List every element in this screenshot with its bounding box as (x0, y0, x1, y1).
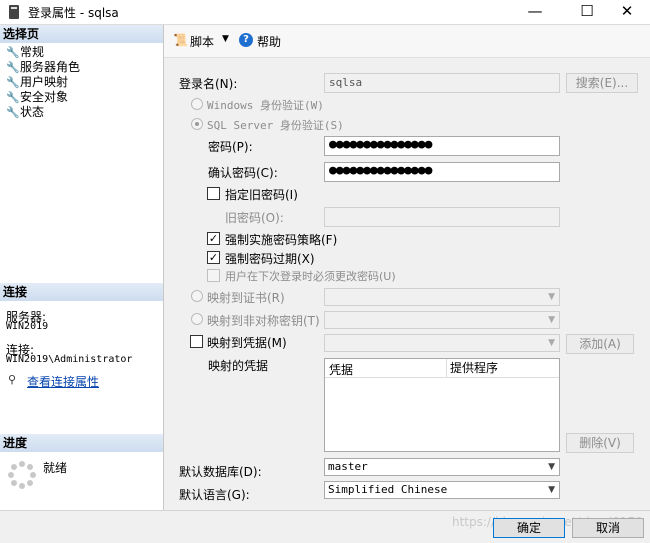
default-database-combo[interactable]: master ▼ (324, 458, 560, 476)
wrench-icon: 🔧 (6, 76, 20, 89)
sql-auth-label: SQL Server 身份验证(S) (207, 119, 344, 132)
minimize-button[interactable]: — (512, 0, 558, 24)
select-page-header: 选择页 (0, 25, 163, 43)
search-button[interactable]: 搜索(E)... (566, 73, 638, 93)
windows-auth-label: Windows 身份验证(W) (207, 99, 324, 112)
progress-status: 就绪 (43, 461, 68, 475)
add-button[interactable]: 添加(A) (566, 334, 634, 354)
default-language-combo[interactable]: Simplified Chinese ▼ (324, 481, 560, 499)
grid-column-provider[interactable]: 提供程序 (446, 359, 559, 377)
login-name-label: 登录名(N): (179, 77, 238, 91)
page-item-server-roles[interactable]: 🔧服务器角色 (6, 60, 80, 75)
login-name-input[interactable]: sqlsa (324, 73, 560, 93)
help-button[interactable]: 帮助 (257, 33, 281, 50)
map-asymmetric-key-radio[interactable] (191, 313, 203, 325)
page-item-general[interactable]: 🔧常规 (6, 45, 44, 60)
specify-old-password-checkbox[interactable] (207, 187, 220, 200)
connection-value: WIN2019\Administrator (6, 354, 133, 365)
wrench-icon: 🔧 (6, 106, 20, 119)
asymmetric-key-combo[interactable]: ▼ (324, 311, 560, 329)
sql-auth-radio[interactable] (191, 118, 203, 130)
must-change-checkbox[interactable] (207, 269, 220, 282)
old-password-label: 旧密码(O): (225, 211, 284, 225)
script-dropdown-icon[interactable]: ▼ (222, 34, 229, 44)
enforce-expiration-label: 强制密码过期(X) (225, 252, 315, 266)
enforce-policy-label: 强制实施密码策略(F) (225, 233, 338, 247)
password-label: 密码(P): (208, 140, 253, 154)
app-icon (9, 5, 19, 19)
chevron-down-icon: ▼ (548, 485, 555, 495)
page-item-status[interactable]: 🔧状态 (6, 105, 44, 120)
window-title: 登录属性 - sqlsa (28, 6, 119, 20)
help-icon: ? (239, 33, 253, 47)
connection-header: 连接 (0, 283, 163, 301)
windows-auth-radio[interactable] (191, 98, 203, 110)
map-credential-checkbox[interactable] (190, 335, 203, 348)
map-certificate-label: 映射到证书(R) (207, 291, 285, 305)
script-button[interactable]: 脚本 (190, 33, 214, 50)
specify-old-password-label: 指定旧密码(I) (225, 188, 298, 202)
script-icon: 📜 (173, 33, 188, 47)
default-database-label: 默认数据库(D): (179, 465, 262, 479)
cancel-button[interactable]: 取消 (572, 518, 644, 538)
must-change-label: 用户在下次登录时必须更改密码(U) (225, 270, 396, 283)
default-language-label: 默认语言(G): (179, 488, 250, 502)
page-item-user-mapping[interactable]: 🔧用户映射 (6, 75, 68, 90)
old-password-input[interactable] (324, 207, 560, 227)
confirm-password-input[interactable]: ●●●●●●●●●●●●●●● (324, 162, 560, 182)
credential-combo[interactable]: ▼ (324, 334, 560, 352)
grid-header: 凭据 提供程序 (325, 359, 559, 378)
connection-props-icon: ⚲ (8, 373, 17, 386)
mapped-credentials-grid[interactable]: 凭据 提供程序 (324, 358, 560, 452)
certificate-combo[interactable]: ▼ (324, 288, 560, 306)
title-bar: 登录属性 - sqlsa — ☐ ✕ (0, 0, 650, 24)
confirm-password-label: 确认密码(C): (208, 166, 278, 180)
close-button[interactable]: ✕ (604, 0, 650, 24)
enforce-policy-checkbox[interactable]: ✓ (207, 232, 220, 245)
enforce-expiration-checkbox[interactable]: ✓ (207, 251, 220, 264)
map-credential-label: 映射到凭据(M) (207, 336, 287, 350)
progress-header: 进度 (0, 434, 163, 452)
toolbar: 📜 脚本 ▼ ? 帮助 (164, 25, 650, 58)
password-input[interactable]: ●●●●●●●●●●●●●●● (324, 136, 560, 156)
chevron-down-icon: ▼ (548, 292, 555, 302)
wrench-icon: 🔧 (6, 61, 20, 74)
mapped-credentials-label: 映射的凭据 (208, 359, 269, 373)
remove-button[interactable]: 删除(V) (566, 433, 634, 453)
page-item-securables[interactable]: 🔧安全对象 (6, 90, 68, 105)
server-value: WIN2019 (6, 321, 49, 332)
view-connection-properties-link[interactable]: 查看连接属性 (27, 373, 99, 390)
map-certificate-radio[interactable] (191, 290, 203, 302)
left-pane: 选择页 🔧常规 🔧服务器角色 🔧用户映射 🔧安全对象 🔧状态 连接 服务器: W… (0, 25, 164, 510)
grid-column-credential[interactable]: 凭据 (329, 361, 353, 378)
chevron-down-icon: ▼ (548, 315, 555, 325)
ok-button[interactable]: 确定 (493, 518, 565, 538)
map-asymmetric-key-label: 映射到非对称密钥(T) (207, 314, 320, 328)
chevron-down-icon: ▼ (548, 338, 555, 348)
chevron-down-icon: ▼ (548, 462, 555, 472)
wrench-icon: 🔧 (6, 91, 20, 104)
progress-spinner-icon (8, 461, 36, 489)
wrench-icon: 🔧 (6, 46, 20, 59)
